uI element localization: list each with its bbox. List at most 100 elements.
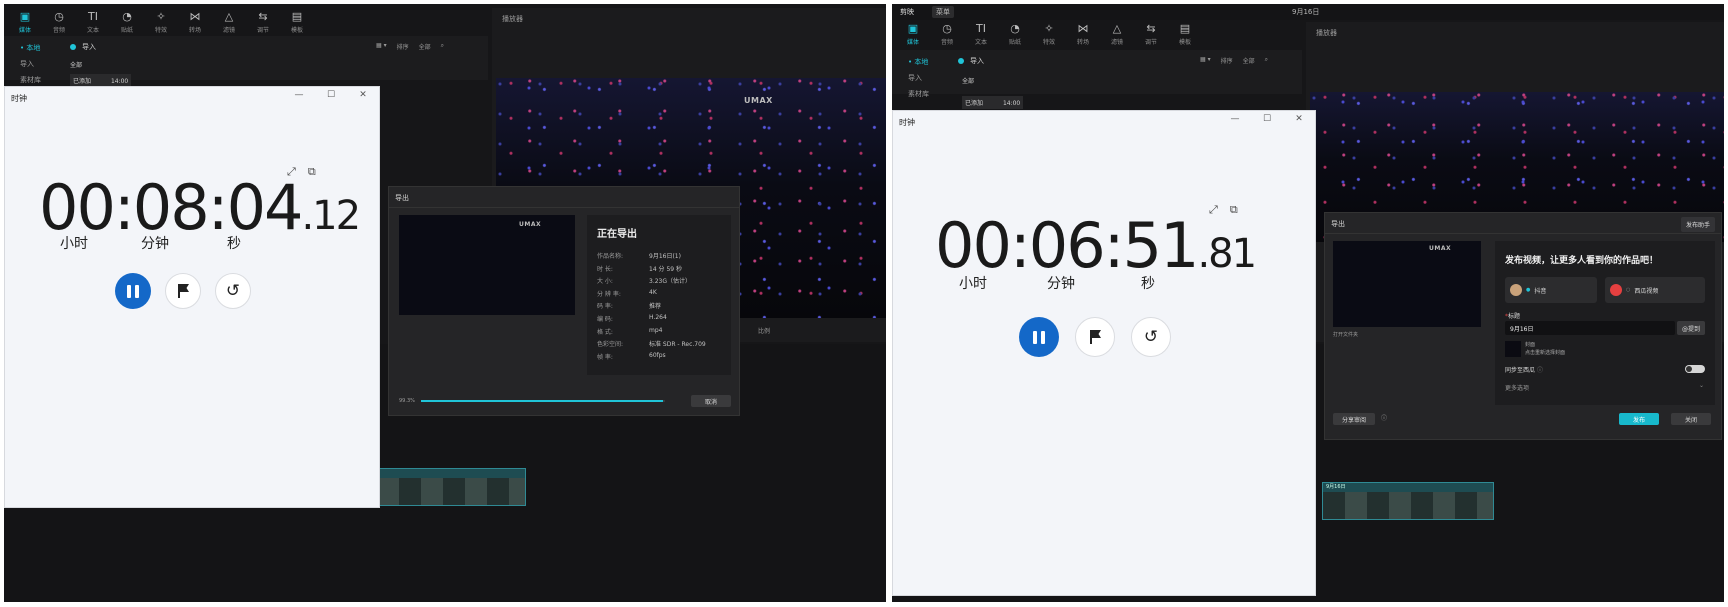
close-icon[interactable]: ✕ [357,90,369,100]
import-label: 导入 [82,43,96,51]
toolbar-tab-label: 模板 [290,27,303,34]
clip-label: 9月16日 [1326,484,1346,490]
clock-title: 时钟 [899,118,915,127]
export-info-value: 60fps [649,351,666,359]
toolbar-tab-6[interactable]: △ 滤镜 [1100,20,1134,50]
sync-toggle[interactable] [1685,365,1705,373]
preview-watermark: UMAX [519,221,542,228]
menu-button[interactable]: 菜单 [932,6,954,18]
toolbar-tab-5[interactable]: ⋈ 转场 [178,8,212,38]
toolbar-tab-4[interactable]: ✧ 特效 [144,8,178,38]
mention-button[interactable]: @提到 [1677,321,1705,335]
minimize-icon[interactable]: — [1229,114,1241,124]
toolbar-tab-8[interactable]: ▤ 模板 [280,8,314,38]
sidebar-item-1[interactable]: 导入 [898,70,929,86]
toolbar-tab-icon: ⇆ [1146,22,1156,35]
sync-label: 同步至西瓜 ⓘ [1505,367,1543,374]
export-dialog-title: 导出 [395,194,409,202]
export-status: 正在导出 [597,229,637,240]
toolbar-tab-label: 媒体 [906,39,919,46]
sidebar-item-0[interactable]: • 本地 [10,40,41,56]
toolbar-tab-2[interactable]: TI 文本 [964,20,998,50]
toolbar-tab-3[interactable]: ◔ 贴纸 [110,8,144,38]
toolbar-tab-icon: ✧ [156,10,166,23]
filter-button[interactable]: 全部 [1243,56,1255,65]
pause-button[interactable] [115,273,151,309]
share-review-button[interactable]: 分享审阅 [1333,413,1375,425]
view-toggle[interactable]: ▦ ▾ [1200,56,1211,65]
media-thumb[interactable]: 已添加 14:00 [962,96,1024,109]
timeline-clip[interactable]: 9月16日 [1322,482,1494,520]
lap-button[interactable] [165,273,201,309]
flag-icon [176,283,190,299]
sort-button[interactable]: 排序 [397,42,409,51]
toolbar-tab-2[interactable]: TI 文本 [76,8,110,38]
view-toggle[interactable]: ▦ ▾ [376,42,387,51]
more-options[interactable]: 更多选项 [1505,383,1529,392]
video-watermark: UMAX [744,96,773,105]
sidebar-item-1[interactable]: 导入 [10,56,41,72]
minimize-icon[interactable]: — [293,90,305,100]
cancel-button[interactable]: 取消 [691,395,731,407]
platform-douyin[interactable]: ● 抖音 [1505,277,1597,303]
sidebar-item-0[interactable]: • 本地 [898,54,929,70]
toolbar-tab-icon: ◔ [1010,22,1020,35]
publish-dialog-title: 导出 [1331,220,1345,228]
title-input[interactable]: 9月16日 [1505,321,1675,335]
toolbar-tab-5[interactable]: ⋈ 转场 [1066,20,1100,50]
toolbar-tab-label: 调节 [256,27,269,34]
open-folder-link[interactable]: 打开文件夹 [1333,331,1358,338]
reset-button[interactable]: ↺ [1131,317,1171,357]
search-icon[interactable]: ⌕ [1265,56,1268,65]
player-title: 播放器 [502,15,523,23]
radio-unselected-icon: ○ [1626,287,1631,293]
toolbar-tab-label: 音频 [940,39,953,46]
unit-seconds: 秒 [1141,276,1155,292]
all-filter[interactable]: 全部 [70,60,82,69]
toolbar-tab-label: 音频 [52,27,65,34]
toolbar-tab-1[interactable]: ◷ 音频 [930,20,964,50]
xigua-logo-icon [1610,284,1622,296]
toolbar-tab-label: 滤镜 [1110,39,1123,46]
toolbar-tab-3[interactable]: ◔ 贴纸 [998,20,1032,50]
unit-hours: 小时 [959,276,987,292]
toolbar-tab-icon: ⋈ [189,10,201,23]
toolbar-tab-1[interactable]: ◷ 音频 [42,8,76,38]
stopwatch-main: 00:06:51 [935,209,1199,282]
sort-button[interactable]: 排序 [1221,56,1233,65]
toolbar-tab-6[interactable]: △ 滤镜 [212,8,246,38]
maximize-icon[interactable]: ☐ [1261,114,1273,124]
chevron-down-icon[interactable]: ⌄ [1699,382,1704,389]
close-button[interactable]: 关闭 [1671,413,1711,425]
toolbar-tab-0[interactable]: ▣ 媒体 [8,8,42,38]
export-info-key: 作品名称: [597,253,624,260]
cover-thumbnail[interactable] [1505,341,1521,357]
import-button[interactable]: 导入 [70,42,96,52]
progress-percent: 99.3% [399,398,415,404]
toolbar-tab-icon: ⇆ [258,10,268,23]
cover-info[interactable]: 封面 点击重新选择封面 [1525,341,1565,357]
publish-helper-button[interactable]: 发布助手 [1680,217,1715,232]
app-titlebar: 剪映 菜单 9月16日 [892,4,1724,20]
platform-xigua[interactable]: ○ 西瓜视频 [1605,277,1705,303]
import-icon [70,44,76,50]
all-filter[interactable]: 全部 [962,76,974,85]
reset-button[interactable]: ↺ [215,273,251,309]
search-icon[interactable]: ⌕ [441,42,444,51]
maximize-icon[interactable]: ☐ [325,90,337,100]
toolbar-tab-0[interactable]: ▣ 媒体 [896,20,930,50]
close-icon[interactable]: ✕ [1293,114,1305,124]
fit-ratio-button[interactable]: 比例 [758,326,770,335]
filter-button[interactable]: 全部 [419,42,431,51]
toolbar-tab-7[interactable]: ⇆ 调节 [1134,20,1168,50]
toolbar-tab-4[interactable]: ✧ 特效 [1032,20,1066,50]
player-title: 播放器 [1316,29,1337,37]
pause-button[interactable] [1019,317,1059,357]
toolbar-tab-7[interactable]: ⇆ 调节 [246,8,280,38]
lap-button[interactable] [1075,317,1115,357]
publish-button[interactable]: 发布 [1619,413,1659,425]
import-button[interactable]: 导入 [958,56,984,66]
sidebar-item-2[interactable]: 素材库 [898,86,929,102]
info-icon[interactable]: ⓘ [1381,413,1387,422]
toolbar-tab-8[interactable]: ▤ 模板 [1168,20,1202,50]
